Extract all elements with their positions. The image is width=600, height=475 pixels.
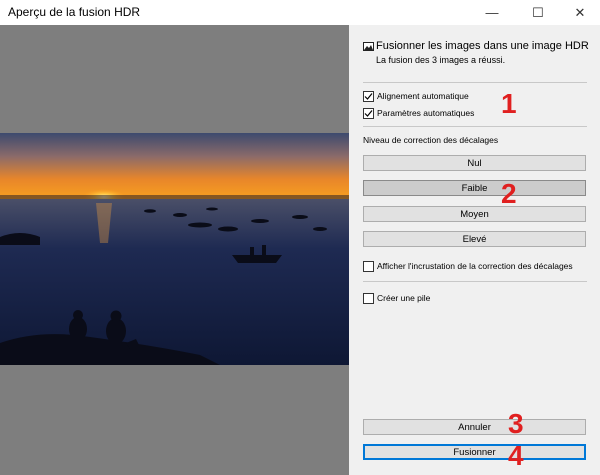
deghost-low-button[interactable]: Faible: [363, 180, 586, 196]
overlay-label: Afficher l'incrustation de la correction…: [377, 261, 573, 271]
annotation-number: 3: [508, 408, 524, 439]
auto-align-checkbox[interactable]: Alignement automatique: [363, 90, 469, 102]
cancel-button[interactable]: Annuler: [363, 419, 586, 435]
merge-heading: Fusionner les images dans une image HDR: [376, 40, 589, 52]
preview-pane: [0, 25, 349, 475]
close-button[interactable]: ✕: [558, 0, 600, 25]
window-title: Aperçu de la fusion HDR: [8, 5, 141, 19]
checkbox-box[interactable]: [363, 292, 374, 304]
divider: [363, 281, 587, 282]
merge-button[interactable]: Fusionner: [363, 444, 586, 460]
create-stack-checkbox[interactable]: Créer une pile: [363, 292, 430, 304]
checkbox-box[interactable]: [363, 260, 374, 272]
deghost-none-button[interactable]: Nul: [363, 155, 586, 171]
deghost-high-button[interactable]: Elevé: [363, 231, 586, 247]
image-icon: [363, 42, 374, 51]
annotation-number: 2: [501, 178, 517, 209]
deghost-label: Niveau de correction des décalages: [363, 135, 499, 145]
hdr-preview-image: [0, 133, 349, 365]
title-bar: Aperçu de la fusion HDR — ☐ ✕: [0, 0, 600, 25]
settings-panel: Fusionner les images dans une image HDR …: [349, 25, 600, 475]
auto-align-label: Alignement automatique: [377, 91, 469, 101]
annotation-number: 4: [508, 440, 524, 471]
overlay-checkbox[interactable]: Afficher l'incrustation de la correction…: [363, 260, 573, 272]
auto-params-checkbox[interactable]: Paramètres automatiques: [363, 107, 474, 119]
deghost-medium-button[interactable]: Moyen: [363, 206, 586, 222]
auto-params-label: Paramètres automatiques: [377, 108, 475, 118]
divider: [363, 126, 587, 127]
checkmark-icon: [364, 109, 373, 117]
checkbox-box[interactable]: [363, 90, 374, 102]
merge-status: La fusion des 3 images a réussi.: [376, 55, 506, 65]
maximize-button[interactable]: ☐: [516, 0, 560, 25]
annotation-number: 1: [501, 88, 517, 119]
checkmark-icon: [364, 92, 373, 100]
create-stack-label: Créer une pile: [377, 293, 431, 303]
minimize-button[interactable]: —: [470, 0, 514, 25]
checkbox-box[interactable]: [363, 107, 374, 119]
divider: [363, 82, 587, 83]
